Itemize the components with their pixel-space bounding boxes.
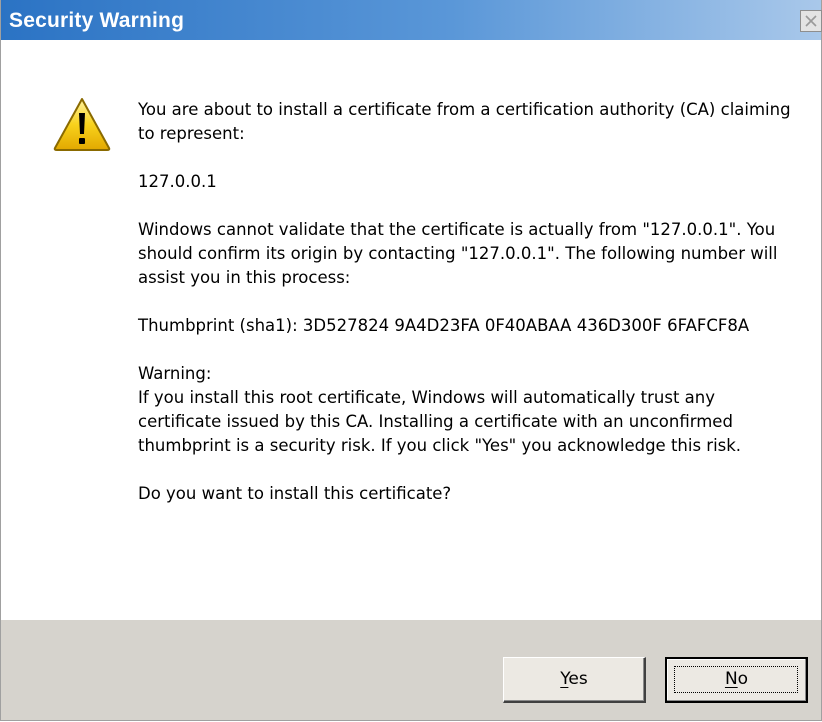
no-button[interactable]: No — [665, 657, 808, 703]
intro-text: You are about to install a certificate f… — [138, 100, 791, 143]
subject-text: 127.0.0.1 — [138, 172, 217, 191]
thumbprint-text: Thumbprint (sha1): 3D527824 9A4D23FA 0F4… — [138, 316, 750, 335]
button-bar: Yes No — [1, 620, 821, 720]
warning-block: Warning: If you install this root certifi… — [138, 362, 798, 458]
message-body: You are about to install a certificate f… — [138, 98, 798, 506]
question-text: Do you want to install this certificate? — [138, 484, 452, 503]
yes-label: es — [568, 669, 588, 689]
warning-heading: Warning: — [138, 364, 212, 383]
close-button[interactable] — [800, 10, 822, 32]
warning-icon — [53, 98, 111, 151]
yes-button[interactable]: Yes — [503, 657, 646, 703]
focus-ring — [674, 666, 798, 693]
close-icon — [805, 15, 817, 27]
dialog-title: Security Warning — [9, 9, 185, 32]
title-bar[interactable]: Security Warning — [1, 0, 822, 40]
security-warning-dialog: Security Warning You are about to instal… — [0, 0, 822, 721]
warning-body: If you install this root certificate, Wi… — [138, 388, 742, 455]
validation-text: Windows cannot validate that the certifi… — [138, 220, 778, 287]
